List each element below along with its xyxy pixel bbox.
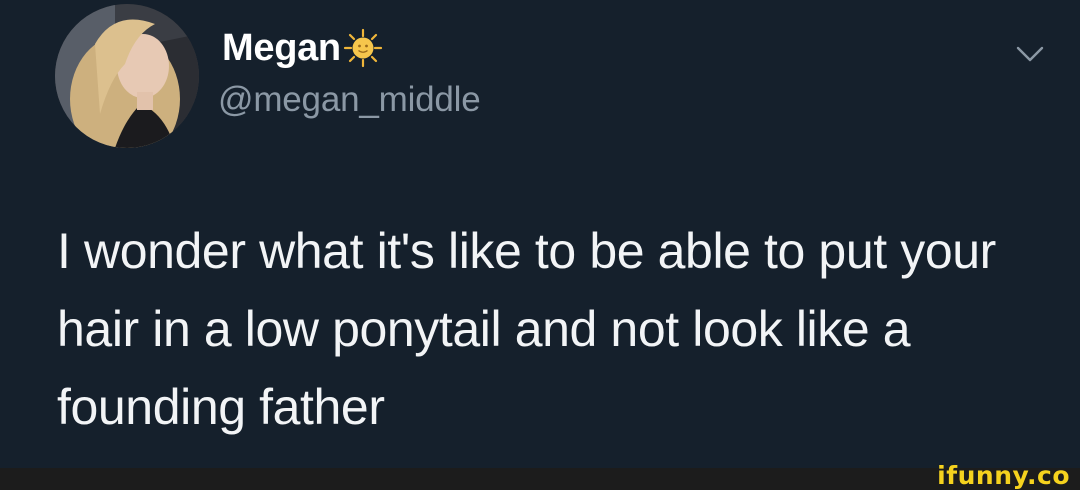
tweet-text: I wonder what it's like to be able to pu… — [57, 223, 996, 435]
avatar[interactable] — [55, 4, 199, 148]
tweet-card: Megan @megan_middle I wonder what it's l… — [0, 0, 1080, 468]
avatar-image — [55, 4, 199, 148]
display-name[interactable]: Megan — [222, 27, 341, 70]
watermark-logo: ifunny.co — [937, 461, 1070, 490]
display-name-row: Megan — [222, 22, 383, 74]
chevron-down-icon[interactable] — [1010, 40, 1050, 70]
sun-icon — [343, 28, 383, 68]
handle[interactable]: @megan_middle — [218, 80, 481, 120]
watermark-bar: ifunny.co — [0, 462, 1080, 490]
